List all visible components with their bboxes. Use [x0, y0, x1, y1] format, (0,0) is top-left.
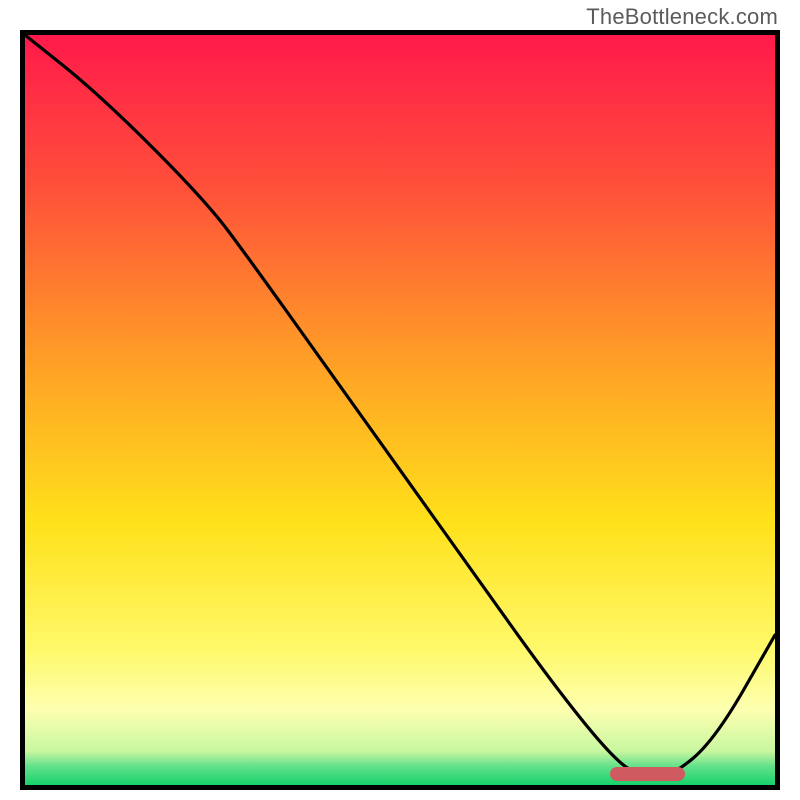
bottleneck-chart — [25, 35, 775, 785]
chart-frame — [20, 30, 780, 790]
gradient-background — [25, 35, 775, 785]
watermark-text: TheBottleneck.com — [586, 4, 778, 30]
optimal-range-marker — [610, 767, 685, 781]
